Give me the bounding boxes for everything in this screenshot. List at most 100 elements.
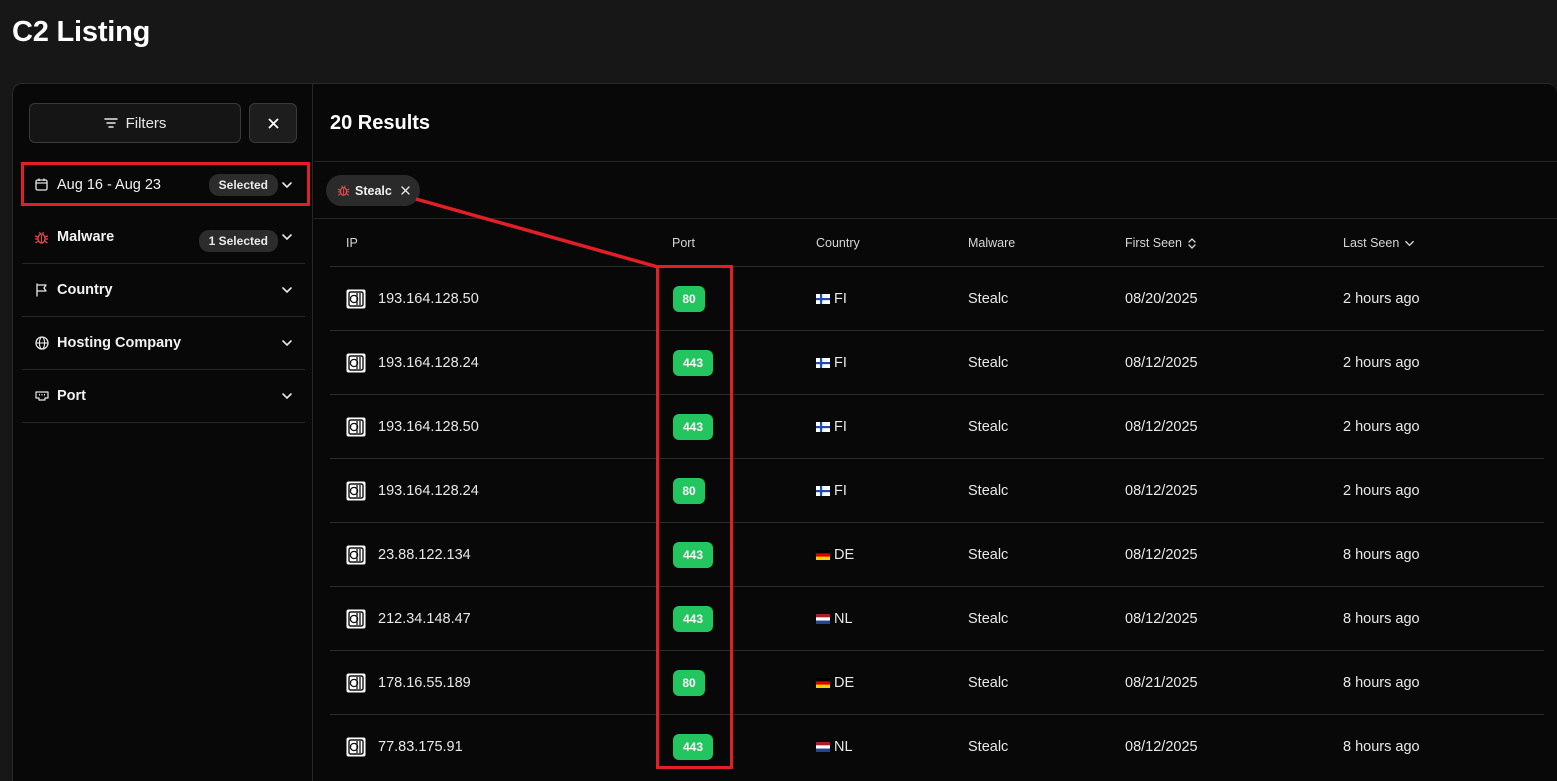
country-cell: FI: [816, 267, 847, 331]
chevron-down-icon: [282, 393, 292, 400]
ip-cell[interactable]: 193.164.128.24: [346, 331, 479, 395]
ip-cell[interactable]: 23.88.122.134: [346, 523, 471, 587]
bug-icon: [337, 185, 350, 196]
last-seen-cell: 2 hours ago: [1343, 355, 1420, 371]
first-seen-cell: 08/12/2025: [1125, 739, 1198, 755]
last-seen-cell: 8 hours ago: [1343, 739, 1420, 755]
last-seen-cell: 8 hours ago: [1343, 675, 1420, 691]
country-code: NL: [834, 739, 853, 755]
malware-cell: Stealc: [968, 675, 1009, 691]
table-row[interactable]: 178.16.55.189 80 DE Stealc 08/21/2025 8 hours…: [330, 650, 1544, 714]
column-header-first-seen[interactable]: First Seen: [1125, 236, 1197, 250]
country-cell: FI: [816, 395, 847, 459]
column-header-country[interactable]: Country: [816, 236, 860, 250]
country-flag-icon: [816, 422, 834, 432]
malware-filter-label: Malware: [57, 229, 115, 245]
header-divider: [314, 161, 1557, 162]
country-flag-icon: [816, 550, 834, 560]
filter-lines-icon: [103, 118, 118, 128]
malware-cell: Stealc: [968, 291, 1009, 307]
server-icon: [346, 545, 366, 565]
malware-cell: Stealc: [968, 611, 1009, 627]
active-filter-label: Stealc: [355, 183, 392, 198]
country-code: DE: [834, 547, 855, 563]
ip-address[interactable]: 193.164.128.50: [378, 291, 479, 307]
active-filter-chip[interactable]: Stealc: [326, 175, 420, 206]
server-icon: [346, 673, 366, 693]
server-icon: [346, 609, 366, 629]
country-cell: DE: [816, 523, 854, 587]
column-header-last-seen[interactable]: Last Seen: [1343, 236, 1415, 250]
country-flag-icon: [816, 742, 834, 752]
ip-address[interactable]: 77.83.175.91: [378, 739, 463, 755]
server-icon: [346, 417, 366, 437]
country-filter-label: Country: [57, 282, 113, 298]
table-row[interactable]: 212.34.148.47 443 NL Stealc 08/12/2025 8 hour…: [330, 586, 1544, 650]
clear-filters-button[interactable]: [249, 103, 297, 143]
bug-icon: [34, 230, 49, 245]
first-seen-cell: 08/20/2025: [1125, 291, 1198, 307]
first-seen-cell: 08/12/2025: [1125, 611, 1198, 627]
table-row[interactable]: 193.164.128.24 443 FI Stealc 08/12/2025 2 hou…: [330, 330, 1544, 394]
malware-filter[interactable]: Malware 1 Selected: [22, 211, 305, 264]
last-seen-cell: 8 hours ago: [1343, 547, 1420, 563]
last-seen-cell: 2 hours ago: [1343, 291, 1420, 307]
port-column-highlight-box: [656, 265, 733, 769]
table-row[interactable]: 193.164.128.50 80 FI Stealc 08/20/2025 2 hour…: [330, 266, 1544, 330]
first-seen-cell: 08/12/2025: [1125, 419, 1198, 435]
country-cell: FI: [816, 459, 847, 523]
first-seen-cell: 08/12/2025: [1125, 483, 1198, 499]
close-icon[interactable]: [401, 186, 410, 195]
results-count: 20 Results: [330, 112, 431, 134]
country-flag-icon: [816, 678, 834, 688]
hosting-company-filter[interactable]: Hosting Company: [22, 317, 305, 370]
ip-cell[interactable]: 212.34.148.47: [346, 587, 471, 651]
country-flag-icon: [816, 358, 834, 368]
filter-chips-divider: [314, 218, 1557, 219]
ip-address[interactable]: 212.34.148.47: [378, 611, 471, 627]
table-row[interactable]: 77.83.175.91 443 NL Stealc 08/12/2025 8 hours…: [330, 714, 1544, 778]
malware-cell: Stealc: [968, 547, 1009, 563]
malware-cell: Stealc: [968, 739, 1009, 755]
server-icon: [346, 481, 366, 501]
ip-cell[interactable]: 193.164.128.50: [346, 267, 479, 331]
sort-icon: [1188, 237, 1196, 249]
ip-address[interactable]: 178.16.55.189: [378, 675, 471, 691]
country-filter[interactable]: Country: [22, 264, 305, 317]
ip-cell[interactable]: 77.83.175.91: [346, 715, 463, 779]
column-header-ip[interactable]: IP: [346, 236, 358, 250]
country-cell: NL: [816, 715, 853, 779]
ip-cell[interactable]: 193.164.128.24: [346, 459, 479, 523]
column-header-port[interactable]: Port: [672, 236, 695, 250]
chevron-down-icon: [282, 287, 292, 294]
malware-cell: Stealc: [968, 355, 1009, 371]
malware-selected-badge: 1 Selected: [198, 230, 278, 252]
ip-cell[interactable]: 193.164.128.50: [346, 395, 479, 459]
ip-address[interactable]: 193.164.128.24: [378, 483, 479, 499]
ip-address[interactable]: 193.164.128.50: [378, 419, 479, 435]
country-flag-icon: [816, 486, 834, 496]
country-code: DE: [834, 675, 855, 691]
malware-cell: Stealc: [968, 483, 1009, 499]
date-range-highlight-box: [21, 162, 310, 206]
last-seen-cell: 2 hours ago: [1343, 483, 1420, 499]
table-row[interactable]: 23.88.122.134 443 DE Stealc 08/12/2025 8 hour…: [330, 522, 1544, 586]
last-seen-header-label: Last Seen: [1343, 236, 1400, 250]
port-filter-label: Port: [57, 388, 86, 404]
ethernet-port-icon: [34, 389, 49, 404]
last-seen-cell: 2 hours ago: [1343, 419, 1420, 435]
country-code: FI: [834, 355, 847, 371]
ip-address[interactable]: 193.164.128.24: [378, 355, 479, 371]
results-area: 20 Results Stealc IP Port Country Malwar…: [314, 84, 1557, 781]
page-title: C2 Listing: [12, 16, 151, 48]
port-filter[interactable]: Port: [22, 370, 305, 423]
ip-cell[interactable]: 178.16.55.189: [346, 651, 471, 715]
filters-button[interactable]: Filters: [29, 103, 241, 143]
ip-address[interactable]: 23.88.122.134: [378, 547, 471, 563]
country-flag-icon: [816, 294, 834, 304]
last-seen-cell: 8 hours ago: [1343, 611, 1420, 627]
column-header-malware[interactable]: Malware: [968, 236, 1015, 250]
table-row[interactable]: 193.164.128.50 443 FI Stealc 08/12/2025 2 hou…: [330, 394, 1544, 458]
table-row[interactable]: 193.164.128.24 80 FI Stealc 08/12/2025 2 hour…: [330, 458, 1544, 522]
filters-button-label: Filters: [125, 114, 167, 132]
